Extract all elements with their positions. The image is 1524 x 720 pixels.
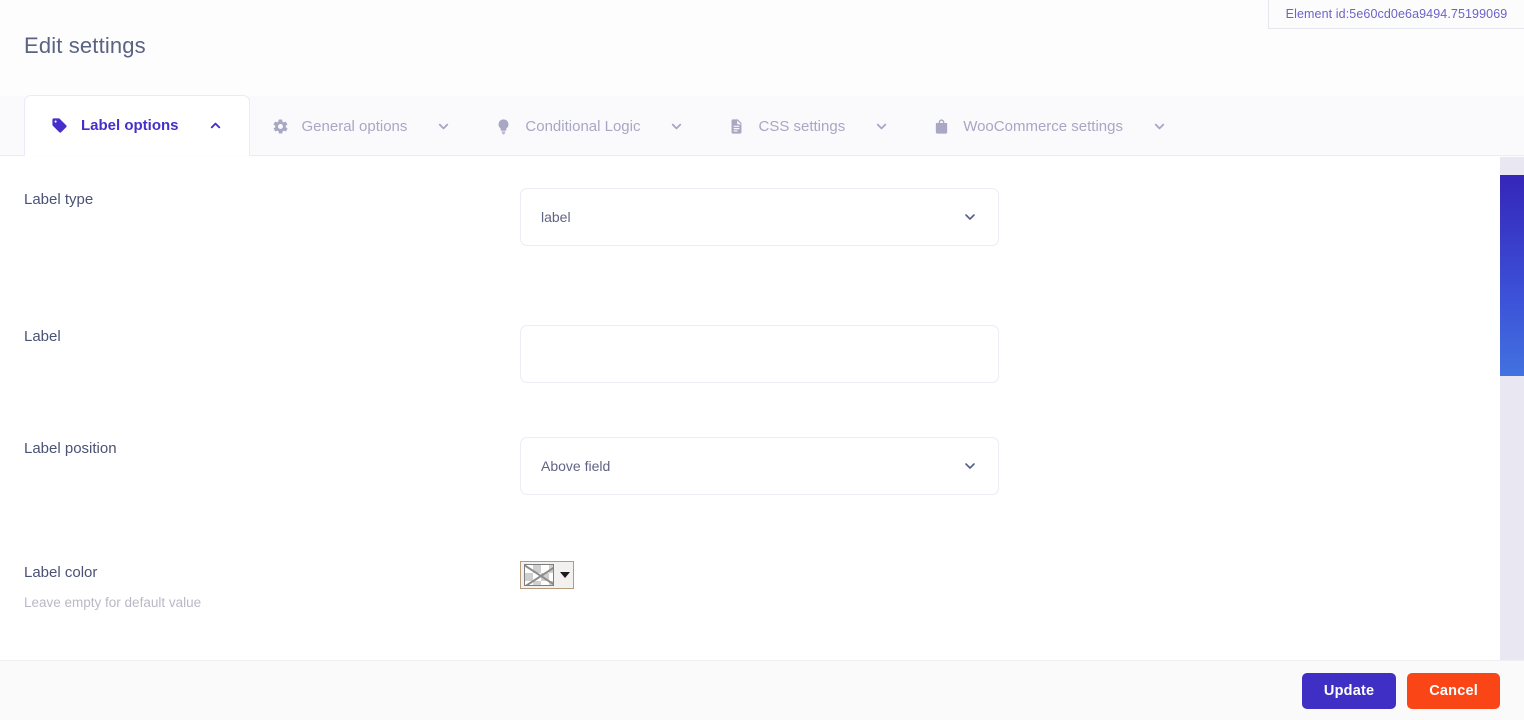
label-label-column: Label — [0, 325, 520, 383]
label-color-picker[interactable] — [520, 561, 574, 589]
tab-label-options-text: Label options — [81, 117, 179, 134]
form-row-label-type: Label type label — [0, 188, 1500, 246]
label-position-label: Label position — [24, 440, 117, 457]
document-icon — [728, 118, 745, 135]
label-position-select[interactable]: Above field — [520, 437, 999, 495]
color-swatch-no-color-icon — [524, 564, 554, 586]
vertical-scrollbar-thumb[interactable] — [1500, 175, 1524, 376]
tab-conditional-logic[interactable]: Conditional Logic — [473, 96, 706, 156]
label-type-field: label — [520, 188, 999, 246]
label-type-select[interactable]: label — [520, 188, 999, 246]
tab-label-options[interactable]: Label options — [24, 95, 250, 156]
label-color-help-text: Leave empty for default value — [24, 595, 202, 610]
tab-conditional-logic-text: Conditional Logic — [525, 117, 641, 135]
update-button[interactable]: Update — [1301, 673, 1397, 709]
label-type-label: Label type — [24, 191, 94, 208]
cancel-button[interactable]: Cancel — [1407, 673, 1500, 709]
chevron-down-icon[interactable] — [962, 209, 978, 225]
chevron-down-icon[interactable] — [436, 119, 451, 134]
label-color-field — [520, 561, 999, 611]
edit-settings-dialog: Element id:5e60cd0e6a9494.75199069 Edit … — [0, 0, 1524, 720]
tab-woocommerce-settings-text: WooCommerce settings — [963, 117, 1123, 135]
settings-form: Label type label Label Label position Ab… — [0, 157, 1500, 660]
tab-css-settings[interactable]: CSS settings — [706, 96, 911, 156]
lightbulb-icon — [495, 118, 512, 135]
label-type-label-column: Label type — [0, 188, 520, 246]
gear-icon — [272, 118, 289, 135]
label-input[interactable] — [520, 325, 999, 383]
label-field — [520, 325, 999, 383]
element-id-badge: Element id:5e60cd0e6a9494.75199069 — [1268, 0, 1524, 29]
tab-css-settings-text: CSS settings — [758, 117, 846, 135]
tab-general-options[interactable]: General options — [250, 96, 474, 156]
label-type-value: label — [541, 209, 571, 225]
form-row-label: Label — [0, 325, 1500, 383]
label-position-value: Above field — [541, 458, 611, 474]
label-color-label-column: Label color Leave empty for default valu… — [0, 561, 520, 611]
tab-woocommerce-settings[interactable]: WooCommerce settings — [911, 96, 1189, 156]
label-label: Label — [24, 328, 61, 345]
chevron-up-icon[interactable] — [208, 118, 223, 133]
label-color-label: Label color — [24, 564, 98, 581]
triangle-down-icon[interactable] — [560, 572, 570, 578]
form-row-label-position: Label position Above field — [0, 437, 1500, 495]
chevron-down-icon[interactable] — [1152, 119, 1167, 134]
page-title: Edit settings — [24, 33, 146, 58]
shopping-bag-icon — [933, 118, 950, 135]
chevron-down-icon[interactable] — [669, 119, 684, 134]
chevron-down-icon[interactable] — [962, 458, 978, 474]
label-position-field: Above field — [520, 437, 999, 495]
tag-icon — [51, 117, 68, 134]
settings-tab-bar: Label options General options Conditiona… — [0, 95, 1524, 156]
label-position-label-column: Label position — [0, 437, 520, 495]
chevron-down-icon[interactable] — [874, 119, 889, 134]
tab-general-options-text: General options — [301, 117, 408, 135]
dialog-footer: Update Cancel — [0, 660, 1524, 720]
form-row-label-color: Label color Leave empty for default valu… — [0, 561, 1500, 611]
